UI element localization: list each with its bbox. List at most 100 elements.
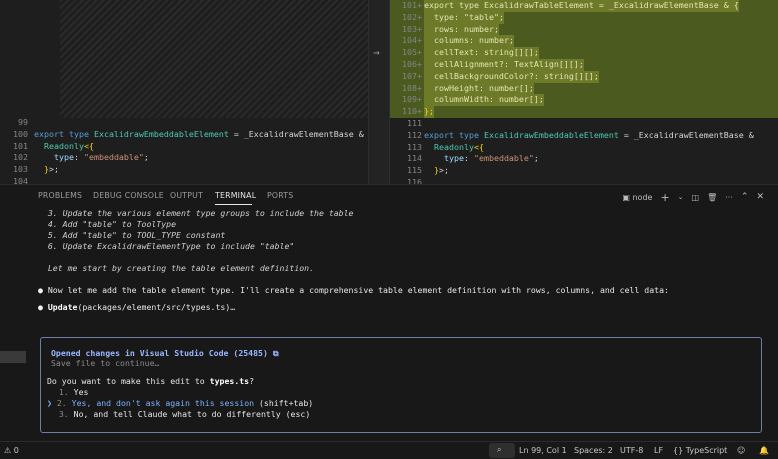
diff-modified-pane[interactable]: 101+ export type ExcalidrawTableElement =… [390,0,778,184]
encoding[interactable]: UTF-8 [620,446,643,455]
added-code-line: 105+ cellText: string[][]; [390,47,778,59]
line-code: type: "embeddable"; [424,153,539,164]
line-number: 102 [13,152,28,163]
line-number: 113 [407,141,422,152]
diff-removed-placeholder [60,0,368,118]
tab-problems[interactable]: PROBLEMS [38,191,82,200]
terminal-shell-selector[interactable]: ▣ node [622,193,652,202]
braces-icon: {} [673,446,684,455]
trash-icon[interactable]: 🗑 [707,193,717,202]
end-of-line[interactable]: LF [654,446,663,455]
bell-icon[interactable]: 🔔 [759,446,769,455]
added-code-line: 101+ export type ExcalidrawTableElement =… [390,0,778,12]
close-icon[interactable]: ✕ [756,192,764,202]
code-line: 115 }>; [390,165,778,177]
bottom-panel: PROBLEMS DEBUG CONSOLE OUTPUT TERMINAL P… [0,184,778,441]
line-code: export type ExcalidrawEmbeddableElement … [424,129,754,140]
line-number: 102+ [402,11,422,22]
line-code: type: "embeddable"; [34,152,149,163]
code-line: 114 type: "embeddable"; [390,153,778,165]
indentation[interactable]: Spaces: 2 [574,446,613,455]
code-line: 113 Readonly<{ [390,142,778,154]
line-code: }>; [34,164,59,175]
plan-step: 6. Update ExcalidrawElementType to inclu… [38,241,295,251]
option-yes-dont-ask[interactable]: ❯ 2. Yes, and don't ask again this sessi… [47,398,313,409]
line-code: rows: number; [424,23,499,36]
original-code-lines: 99 100 export type ExcalidrawEmbeddableEle… [0,117,368,184]
plan-step: 5. Add "table" to TOOL_TYPE constant [38,230,226,240]
dialog-question: Do you want to make this edit to types.t… [47,376,255,386]
zoom-indicator[interactable]: ⌕ [489,443,515,458]
ellipsis-icon[interactable]: ··· [725,193,733,202]
sash-handle[interactable] [0,351,26,363]
panel-tabs: PROBLEMS DEBUG CONSOLE OUTPUT TERMINAL P… [0,185,778,207]
code-line: 112 export type ExcalidrawEmbeddableEleme… [390,130,778,142]
assistant-message: ● Now let me add the table element type.… [38,285,669,295]
line-code: cellText: string[][]; [424,47,539,59]
line-code: export type ExcalidrawTableElement = _Ex… [424,0,739,12]
added-code-line: 106+ cellAlignment?: TextAlign[][]; [390,58,778,71]
code-line: 103 }>; [0,164,368,176]
line-code: }>; [424,165,449,176]
copilot-icon[interactable]: ☺ [737,446,745,455]
terminal-icon: ▣ [622,192,630,202]
permission-dialog: Opened changes in Visual Studio Code (25… [40,337,762,433]
diff-editor[interactable]: 99 100 export type ExcalidrawEmbeddableEle… [0,0,778,184]
plan-step: 3. Update the various element type group… [38,208,354,218]
option-yes[interactable]: 1. Yes [49,387,89,398]
line-number: 103 [13,164,28,175]
tab-ports[interactable]: PORTS [267,191,293,200]
added-code-line: 104+ columns: number; [390,35,778,48]
line-code: rowHeight: number[]; [424,82,534,95]
code-line: 111 [390,118,778,130]
language-mode[interactable]: {} TypeScript [673,446,727,455]
code-line: 104 [0,176,368,184]
zoom-icon: ⌕ [497,445,502,454]
line-number: 115 [407,165,422,176]
plus-icon[interactable]: + [660,191,669,204]
line-number: 114 [407,153,422,164]
tool-call: ● Update(packages/element/src/types.ts)… [38,302,236,312]
tab-output[interactable]: OUTPUT [170,191,203,200]
line-code: cellAlignment?: TextAlign[][]; [424,58,584,71]
chevron-up-icon[interactable]: ⌃ [741,192,749,202]
line-number: 116 [407,176,422,184]
line-number: 112 [407,129,422,140]
cursor-position[interactable]: Ln 99, Col 1 [519,446,567,455]
code-line: 99 [0,117,368,129]
bullet-icon: ● [38,302,48,312]
chevron-down-icon[interactable]: ⌄ [678,193,684,201]
problems-count[interactable]: ⚠ 0 [4,446,19,455]
code-line: 100 export type ExcalidrawEmbeddableEleme… [0,129,368,141]
line-number: 111 [407,117,422,128]
line-number: 109+ [402,94,422,105]
shell-name: node [632,192,653,202]
option-no[interactable]: 3. No, and tell Claude what to do differ… [49,409,310,420]
terminal-output[interactable]: 3. Update the various element type group… [0,207,778,442]
revert-arrow-icon[interactable]: → [373,46,380,59]
diff-original-pane[interactable]: 99 100 export type ExcalidrawEmbeddableEle… [0,0,368,184]
line-number: 107+ [402,70,422,81]
plan-step: 4. Add "table" to ToolType [38,219,177,229]
line-code: columns: number; [424,35,514,48]
line-code: Readonly<{ [44,140,94,151]
line-number: 104+ [402,35,422,46]
split-icon[interactable]: ◫ [692,193,700,202]
added-code-line: 108+ rowHeight: number[]; [390,82,778,95]
tab-terminal[interactable]: TERMINAL [215,191,256,200]
added-code-line: 107+ cellBackgroundColor?: string[][]; [390,70,778,83]
added-code-line: 103+ rows: number; [390,23,778,36]
line-code: Readonly<{ [434,141,484,152]
modified-code-lines: 101+ export type ExcalidrawTableElement =… [390,0,778,184]
code-line: 116 [390,177,778,184]
tab-debug-console[interactable]: DEBUG CONSOLE [93,191,164,200]
line-code: export type ExcalidrawEmbeddableElement … [34,128,364,139]
line-number: 108+ [402,82,422,93]
added-code-line: 109+ columnWidth: number[]; [390,94,778,107]
plan-lead: Let me start by creating the table eleme… [38,263,315,273]
code-line: 102 type: "embeddable"; [0,152,368,164]
bullet-icon: ● [38,285,48,295]
line-number: 99 [18,117,28,127]
line-number: 101+ [402,0,422,10]
selection-cursor-icon: ❯ [47,398,52,408]
